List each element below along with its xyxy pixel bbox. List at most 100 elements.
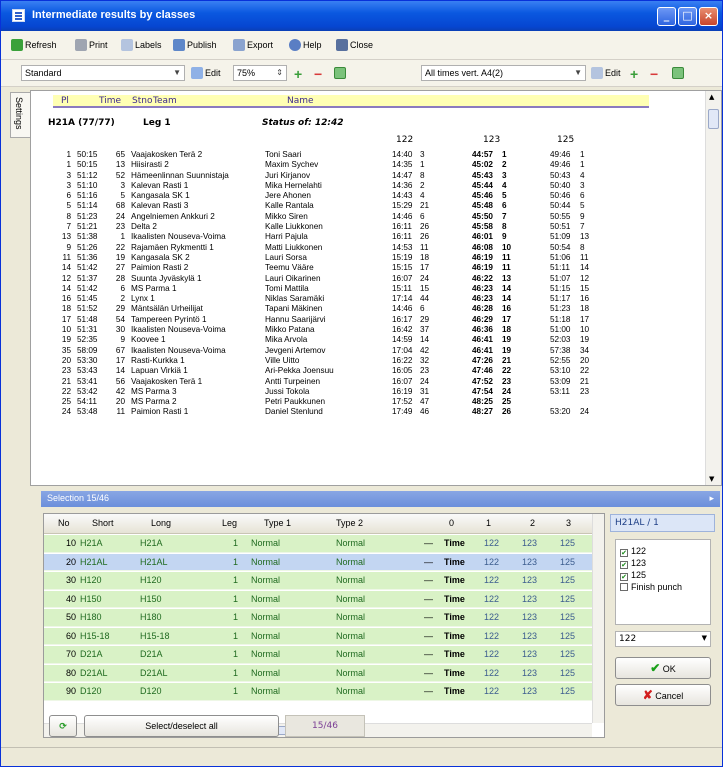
header-time: Time [99,96,122,106]
class-cell: 122 [484,686,500,696]
class-row[interactable]: — 60 H15-18 H15-18 1 Normal Normal Time 122 123 12… [44,627,592,645]
class-row[interactable]: — 50 H180 H180 1 Normal Normal Time 122 123 125 [44,609,592,627]
check-123[interactable]: ✔ 123 [620,558,646,569]
layout-edit-button[interactable]: Edit [191,67,221,81]
result-cell: 1 [120,232,125,242]
scroll-up-icon[interactable]: ▲ [709,93,714,101]
class-row[interactable]: — 90 D120 D120 1 Normal Normal Time 122 123 125 [44,683,592,701]
grid-vscroll[interactable] [592,514,604,723]
maximize-button[interactable]: □ [678,7,697,26]
class-row[interactable]: — 20 H21AL H21AL 1 Normal Normal Time 122 123 125 [44,553,592,571]
layout-select[interactable]: Standard ▼ [21,65,185,81]
class-cell: 122 [484,630,500,641]
pin-icon[interactable]: ▸ [709,493,714,504]
result-cell: Jevgeni Artemov [265,345,326,355]
col-3[interactable]: 3 [566,518,571,528]
class-row[interactable]: — 10 H21A H21A 1 Normal Normal Time 122 123 125 [44,535,592,553]
refresh-selection-button[interactable]: ⟳ [49,715,77,737]
check-finish-punch[interactable]: Finish punch [620,582,682,592]
close-button[interactable]: Close [336,39,373,53]
result-cell: 21 [420,201,430,211]
publish-button[interactable]: Publish [173,39,217,53]
class-row[interactable]: — 40 H150 H150 1 Normal Normal Time 122 123 125 [44,590,592,608]
result-cell: 45:44 [472,180,493,190]
minimize-button[interactable]: _ [657,7,676,26]
class-cell: H21A [80,538,103,548]
result-cell: 15:11 [392,283,412,293]
result-cell: 24 [580,407,590,417]
class-row[interactable]: — 30 H120 H120 1 Normal Normal Time 122 123 125 [44,572,592,590]
header-name: Name [287,96,314,106]
times-save-button[interactable] [672,67,686,81]
result-cell: 45:43 [472,170,493,180]
export-button[interactable]: Export [233,39,273,53]
class-row[interactable]: — 80 D21AL D21AL 1 Normal Normal Time 122 123 125 [44,664,592,682]
result-cell: 51:07 [550,273,571,283]
cancel-button[interactable]: ✘ Cancel [615,684,711,706]
result-row: 7 51:21 23 Delta 2 Kalle Liukkonen 16:11 26 45:… [31,222,701,232]
check-125[interactable]: ✔ 125 [620,570,646,581]
remove-icon[interactable]: − [314,66,322,82]
results-scrollbar[interactable]: ▲ ▼ [705,91,721,485]
result-cell: 6 [580,191,585,201]
result-cell: 46:19 [472,252,493,262]
layout-save-button[interactable] [334,67,348,81]
result-row: 12 51:37 28 Suunta Jyväskylä 1 Lauri Oikarin… [31,274,701,284]
col-no[interactable]: No [58,518,70,528]
col-type1[interactable]: Type 1 [264,518,291,528]
result-cell: 29 [420,314,430,324]
times-edit-button[interactable]: Edit [591,67,621,81]
ok-button[interactable]: ✔ OK [615,657,711,679]
result-cell: Ikaalisten Nouseva-Voima [131,325,226,335]
class-selection-grid: No Short Long Leg Type 1 Type 2 0 1 2 3 … [43,513,605,738]
check-122[interactable]: ✔ 122 [620,546,646,557]
class-row[interactable]: — 70 D21A D21A 1 Normal Normal Time 122 123 125 [44,646,592,664]
class-cell: D120 [80,686,102,696]
close-window-button[interactable]: × [699,7,718,26]
remove-icon[interactable]: − [650,66,658,82]
add-icon[interactable]: + [630,66,638,82]
refresh-button[interactable]: Refresh [11,39,57,53]
selection-title: Selection 15/46 [47,493,110,503]
result-cell: Vaajakosken Terä 1 [131,376,203,386]
result-cell: 24 [420,273,430,283]
result-cell: 13 [580,232,590,242]
times-layout-select[interactable]: All times vert. A4(2) ▼ [421,65,586,81]
control-select[interactable]: 122 ▼ [615,631,711,647]
col-leg[interactable]: Leg [222,518,237,528]
main-toolbar: Refresh Print Labels Publish Export Help… [1,31,722,60]
col-type2[interactable]: Type 2 [336,518,363,528]
result-cell: 51:14 [77,201,98,211]
result-cell: 14 [502,294,512,304]
result-cell: 24 [420,376,430,386]
result-cell: 16:05 [392,366,413,376]
col-2[interactable]: 2 [530,518,535,528]
select-deselect-all-button[interactable]: Select/deselect all [84,715,279,737]
result-cell: 11 [116,407,126,417]
result-cell: 51:12 [77,170,98,180]
header-pl: Pl [61,96,69,106]
save-icon [334,67,346,79]
scroll-thumb[interactable] [708,109,719,129]
labels-button[interactable]: Labels [121,39,162,53]
help-button[interactable]: Help [289,39,322,53]
col-short[interactable]: Short [92,518,114,528]
result-cell: 18 [502,325,512,335]
class-cell: 30 [65,575,76,585]
dash-marker: — [424,538,433,548]
col-1[interactable]: 1 [486,518,491,528]
col-0[interactable]: 0 [449,518,454,528]
col-long[interactable]: Long [151,518,171,528]
add-icon[interactable]: + [294,66,302,82]
result-cell: 20 [61,355,71,365]
result-row: 13 51:38 1 Ikaalisten Nouseva-Voima Harri Pa… [31,232,701,242]
print-button[interactable]: Print [75,39,108,53]
zoom-input[interactable]: 75% ⇕ [233,65,287,81]
settings-side-tab[interactable]: Settings [10,92,30,138]
class-cell: 1 [232,538,238,548]
class-cell: 1 [232,667,238,678]
result-cell: Kalevan Rasti 1 [131,180,189,190]
scroll-down-icon[interactable]: ▼ [709,475,714,483]
result-cell: MS Parma 2 [131,397,177,407]
result-row: 25 54:11 20 MS Parma 2 Petri Paukkunen 17:52 4… [31,397,701,407]
